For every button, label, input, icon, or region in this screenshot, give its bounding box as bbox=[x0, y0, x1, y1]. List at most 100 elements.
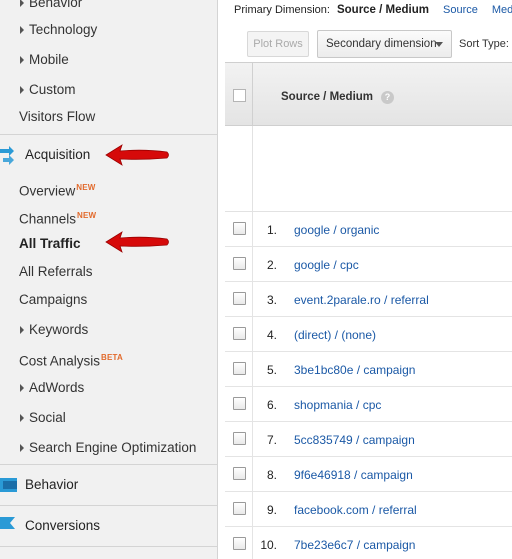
row-checkbox-cell bbox=[225, 422, 253, 457]
source-medium-link[interactable]: 3be1bc80e / campaign bbox=[294, 363, 415, 377]
expand-triangle-icon bbox=[20, 26, 24, 34]
behavior-icon bbox=[0, 478, 17, 492]
sidebar-item-campaigns[interactable]: Campaigns bbox=[0, 287, 218, 313]
channels-label: Channels bbox=[19, 211, 77, 227]
row-number: 8. bbox=[266, 468, 277, 482]
acquisition-arrows-icon bbox=[0, 146, 14, 165]
secondary-dimension-label: Secondary dimension bbox=[326, 38, 437, 50]
table-row: 5. 3be1bc80e / campaign bbox=[225, 352, 512, 387]
row-number: 6. bbox=[266, 398, 277, 412]
sidebar-item-visitors-flow[interactable]: Visitors Flow bbox=[0, 104, 218, 130]
row-checkbox-cell bbox=[225, 457, 253, 492]
row-checkbox[interactable] bbox=[233, 397, 246, 410]
expand-triangle-icon bbox=[20, 444, 24, 452]
table-row: 10. 7be23e6c7 / campaign bbox=[225, 527, 512, 559]
source-medium-link[interactable]: facebook.com / referral bbox=[294, 503, 417, 517]
sidebar-item-all-referrals[interactable]: All Referrals bbox=[0, 259, 218, 285]
select-all-checkbox[interactable] bbox=[233, 89, 246, 102]
row-checkbox[interactable] bbox=[233, 467, 246, 480]
sidebar-item-behavior-partial[interactable]: Behavior bbox=[0, 0, 218, 16]
sidebar: Behavior Technology Mobile Custom Visito… bbox=[0, 0, 218, 559]
sidebar-item-seo[interactable]: Search Engine Optimization bbox=[0, 435, 218, 461]
row-checkbox-cell bbox=[225, 282, 253, 317]
sidebar-section-behavior[interactable]: Behavior bbox=[0, 465, 218, 505]
row-checkbox[interactable] bbox=[233, 257, 246, 270]
row-number: 4. bbox=[266, 328, 277, 342]
table-header: Source / Medium ? bbox=[225, 62, 512, 126]
sidebar-section-conversions[interactable]: Conversions bbox=[0, 506, 218, 546]
beta-badge: BETA bbox=[101, 353, 124, 362]
row-checkbox[interactable] bbox=[233, 292, 246, 305]
row-checkbox-cell bbox=[225, 317, 253, 352]
table-toolbar: Plot Rows Secondary dimension Sort Type: bbox=[219, 28, 512, 62]
row-checkbox-cell bbox=[225, 527, 253, 559]
sidebar-item-channels[interactable]: ChannelsNEW bbox=[0, 203, 218, 229]
primary-dimension-current: Source / Medium bbox=[336, 4, 429, 16]
table-row: 9. facebook.com / referral bbox=[225, 492, 512, 527]
expand-triangle-icon bbox=[20, 0, 24, 7]
row-checkbox-cell bbox=[225, 352, 253, 387]
row-number: 5. bbox=[266, 363, 277, 377]
sidebar-item-social[interactable]: Social bbox=[0, 405, 218, 431]
source-medium-link[interactable]: shopmania / cpc bbox=[294, 398, 381, 412]
sidebar-item-technology[interactable]: Technology bbox=[0, 17, 218, 43]
secondary-dimension-dropdown[interactable]: Secondary dimension bbox=[317, 30, 452, 58]
sidebar-item-cost-analysis[interactable]: Cost AnalysisBETA bbox=[0, 345, 218, 371]
divider bbox=[0, 546, 218, 547]
row-number: 2. bbox=[266, 258, 277, 272]
source-medium-link[interactable]: 7be23e6c7 / campaign bbox=[294, 538, 415, 552]
primary-dimension-label: Primary Dimension: bbox=[234, 4, 330, 16]
table-row: 2. google / cpc bbox=[225, 247, 512, 282]
table-rows: 1. google / organic 2. google / cpc 3. event.… bbox=[225, 212, 512, 559]
report-panel: Primary Dimension: Source / Medium Source M… bbox=[219, 0, 512, 559]
row-number: 7. bbox=[266, 433, 277, 447]
row-checkbox-cell bbox=[225, 212, 253, 247]
data-table: Source / Medium ? 1. google / organic 2. go… bbox=[225, 62, 512, 559]
table-row: 8. 9f6e46918 / campaign bbox=[225, 457, 512, 492]
source-medium-link[interactable]: 5cc835749 / campaign bbox=[294, 433, 415, 447]
sidebar-item-custom[interactable]: Custom bbox=[0, 77, 218, 103]
header-checkbox-cell bbox=[225, 63, 253, 125]
row-checkbox-cell bbox=[225, 247, 253, 282]
plot-rows-button[interactable]: Plot Rows bbox=[247, 31, 309, 57]
expand-triangle-icon bbox=[20, 414, 24, 422]
primary-dimension-source-link[interactable]: Source bbox=[443, 4, 478, 16]
row-checkbox[interactable] bbox=[233, 502, 246, 515]
sidebar-item-overview[interactable]: OverviewNEW bbox=[0, 175, 218, 201]
totals-checkbox-cell bbox=[225, 126, 253, 212]
source-medium-link[interactable]: google / organic bbox=[294, 223, 379, 237]
source-medium-link[interactable]: 9f6e46918 / campaign bbox=[294, 468, 413, 482]
table-row: 3. event.2parale.ro / referral bbox=[225, 282, 512, 317]
table-row: 7. 5cc835749 / campaign bbox=[225, 422, 512, 457]
primary-dimension-bar: Primary Dimension: Source / Medium Source M… bbox=[234, 4, 512, 16]
new-badge: NEW bbox=[76, 183, 96, 192]
conversions-flag-icon bbox=[0, 517, 15, 529]
annotation-arrow-icon bbox=[105, 231, 169, 253]
source-medium-link[interactable]: google / cpc bbox=[294, 258, 359, 272]
expand-triangle-icon bbox=[20, 86, 24, 94]
help-icon[interactable]: ? bbox=[381, 91, 394, 104]
table-row: 1. google / organic bbox=[225, 212, 512, 247]
row-number: 1. bbox=[266, 223, 277, 237]
source-medium-link[interactable]: (direct) / (none) bbox=[294, 328, 376, 342]
sidebar-item-mobile[interactable]: Mobile bbox=[0, 47, 218, 73]
source-medium-link[interactable]: event.2parale.ro / referral bbox=[294, 293, 429, 307]
sidebar-item-keywords[interactable]: Keywords bbox=[0, 317, 218, 343]
row-checkbox-cell bbox=[225, 492, 253, 527]
annotation-arrow-icon bbox=[105, 144, 169, 166]
new-badge: NEW bbox=[77, 211, 97, 220]
primary-dimension-medium-link[interactable]: Med bbox=[492, 4, 512, 16]
row-number: 10. bbox=[260, 538, 277, 552]
row-checkbox[interactable] bbox=[233, 222, 246, 235]
row-number: 3. bbox=[266, 293, 277, 307]
row-number: 9. bbox=[266, 503, 277, 517]
chevron-down-icon bbox=[435, 42, 443, 47]
expand-triangle-icon bbox=[20, 56, 24, 64]
row-checkbox[interactable] bbox=[233, 537, 246, 550]
column-header-source-medium[interactable]: Source / Medium bbox=[281, 91, 373, 103]
expand-triangle-icon bbox=[20, 384, 24, 392]
sidebar-item-adwords[interactable]: AdWords bbox=[0, 375, 218, 401]
row-checkbox[interactable] bbox=[233, 362, 246, 375]
row-checkbox[interactable] bbox=[233, 432, 246, 445]
row-checkbox[interactable] bbox=[233, 327, 246, 340]
